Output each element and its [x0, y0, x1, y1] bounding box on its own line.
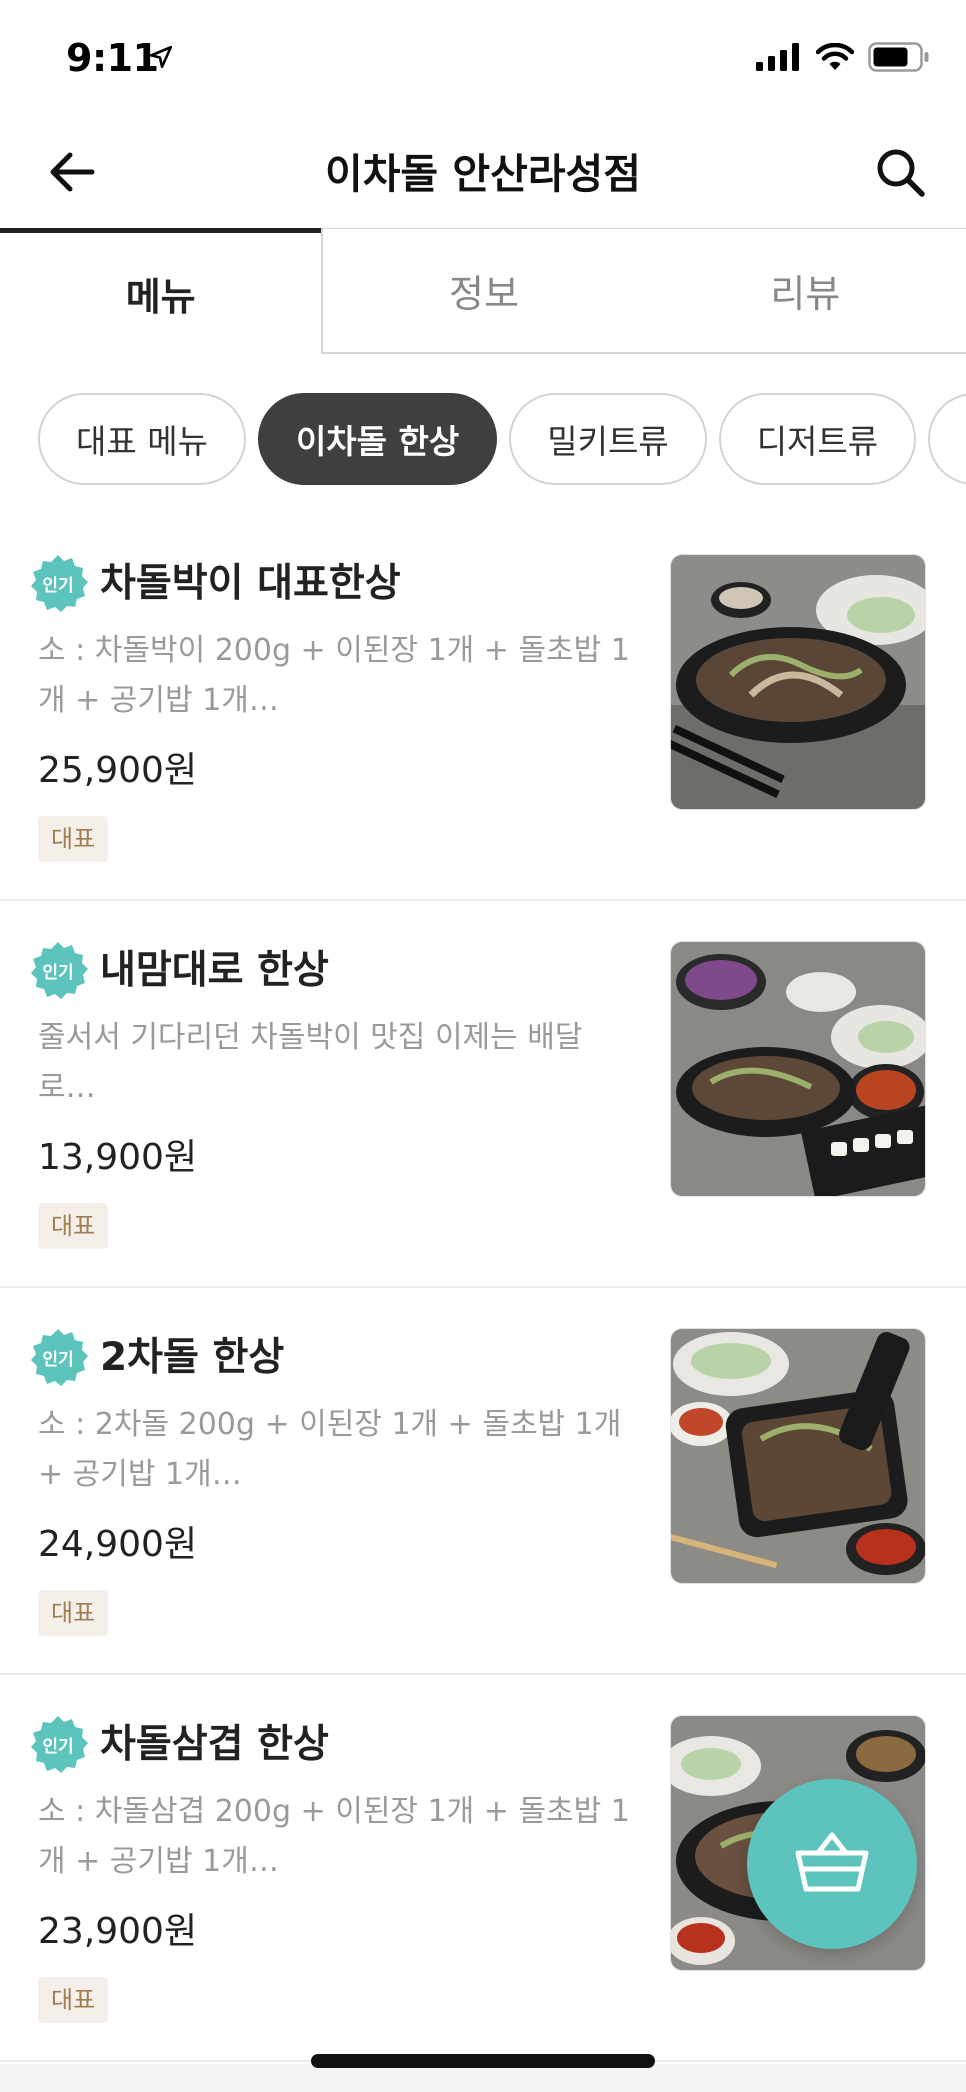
- popular-badge: 인기: [28, 1328, 88, 1388]
- page-title: 이차돌 안산라성점: [324, 150, 642, 198]
- food-photo: [670, 1328, 926, 1584]
- menu-item[interactable]: 인기 차돌박이 대표한상 소 : 차돌박이 200g + 이된장 1개 + 돌초…: [0, 514, 966, 901]
- badge-label: 인기: [42, 963, 73, 983]
- signal-icon: [756, 43, 802, 75]
- item-price: 13,900원: [38, 1137, 198, 1178]
- chip-more[interactable]: [928, 393, 966, 485]
- item-tag: 대표: [38, 1977, 109, 2023]
- item-name: 차돌박이 대표한상: [100, 561, 401, 606]
- item-tag: 대표: [38, 1590, 109, 1636]
- category-chips: 대표 메뉴 이차돌 한상 밀키트류 디저트류: [38, 393, 966, 487]
- chip-meal-kits[interactable]: 밀키트류: [509, 393, 707, 485]
- item-tag: 대표: [38, 816, 109, 862]
- food-photo: [670, 941, 926, 1197]
- basket-icon: [794, 1829, 870, 1899]
- tab-reviews[interactable]: 리뷰: [644, 228, 966, 354]
- item-description: 소 : 2차돌 200g + 이된장 1개 + 돌초밥 1개 + 공기밥 1개…: [38, 1407, 622, 1492]
- item-name: 2차돌 한상: [100, 1335, 285, 1380]
- store-header: 이차돌 안산라성점: [0, 120, 966, 230]
- status-bar: 9:11: [0, 0, 966, 120]
- tab-menu[interactable]: 메뉴: [0, 228, 322, 354]
- popular-badge: 인기: [28, 941, 88, 1001]
- store-tabs: 메뉴 정보 리뷰: [0, 228, 966, 354]
- chip-desserts[interactable]: 디저트류: [718, 393, 917, 485]
- item-description: 소 : 차돌박이 200g + 이된장 1개 + 돌초밥 1개 + 공기밥 1개…: [38, 633, 630, 718]
- menu-item[interactable]: 인기 2차돌 한상 소 : 2차돌 200g + 이된장 1개 + 돌초밥 1개…: [0, 1288, 966, 1675]
- status-time: 9:11: [66, 36, 159, 80]
- badge-label: 인기: [42, 1350, 73, 1370]
- item-name: 차돌삼겹 한상: [100, 1722, 329, 1767]
- tab-info[interactable]: 정보: [321, 228, 645, 354]
- badge-label: 인기: [42, 1737, 73, 1757]
- battery-icon: [868, 42, 930, 76]
- badge-label: 인기: [42, 576, 73, 596]
- item-price: 24,900원: [38, 1524, 198, 1565]
- item-tag: 대표: [38, 1203, 109, 1249]
- status-indicators: [756, 42, 930, 76]
- item-description: 줄서서 기다리던 차돌박이 맛집 이제는 배달로…: [38, 1020, 583, 1105]
- cart-button[interactable]: [747, 1779, 917, 1949]
- popular-badge: 인기: [28, 1715, 88, 1775]
- item-name: 내맘대로 한상: [100, 948, 329, 993]
- search-icon: [874, 146, 926, 202]
- item-price: 23,900원: [38, 1911, 198, 1952]
- chip-signature-menu[interactable]: 대표 메뉴: [38, 393, 246, 485]
- bottom-safe-area: [0, 2064, 966, 2092]
- popular-badge: 인기: [28, 554, 88, 614]
- location-arrow-icon: [148, 44, 174, 74]
- food-photo: [670, 554, 926, 810]
- search-button[interactable]: [870, 144, 930, 204]
- menu-item[interactable]: 인기 내맘대로 한상 줄서서 기다리던 차돌박이 맛집 이제는 배달로… 13,…: [0, 901, 966, 1288]
- item-description: 소 : 차돌삼겹 200g + 이된장 1개 + 돌초밥 1개 + 공기밥 1개…: [38, 1794, 630, 1879]
- chip-ichadol-set[interactable]: 이차돌 한상: [257, 393, 498, 485]
- home-indicator[interactable]: [311, 2054, 655, 2068]
- wifi-icon: [815, 42, 855, 75]
- item-price: 25,900원: [38, 750, 198, 791]
